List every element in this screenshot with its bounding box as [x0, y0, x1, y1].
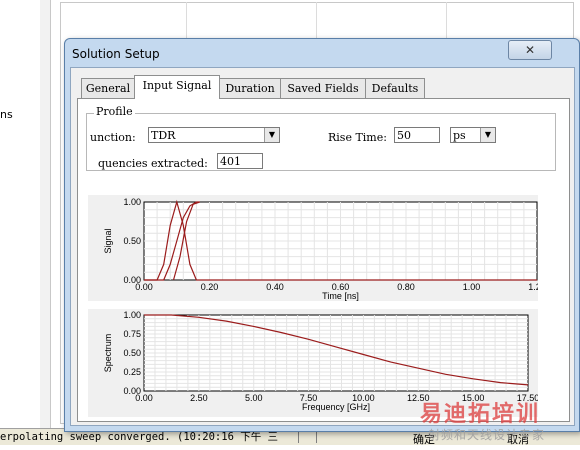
status-separator — [316, 431, 317, 443]
tab-defaults[interactable]: Defaults — [365, 78, 425, 98]
tab-duration[interactable]: Duration — [219, 78, 281, 98]
rise-time-unit: ps — [453, 129, 466, 142]
y-tick-label: 0.25 — [123, 367, 141, 377]
tab-label: Defaults — [371, 82, 419, 95]
x-tick-label: 0.80 — [397, 282, 415, 292]
y-tick-label: 0.75 — [123, 329, 141, 339]
y-axis-label: Signal — [103, 228, 113, 253]
y-tick-label: 0.50 — [123, 348, 141, 358]
dialog-titlebar[interactable]: Solution Setup ✕ — [65, 39, 579, 67]
rise-time-value: 50 — [397, 129, 411, 142]
x-tick-label: 2.50 — [190, 393, 208, 403]
signal-plot: 0.000.200.400.600.801.001.200.000.501.00… — [88, 195, 538, 301]
function-label: unction: — [90, 131, 136, 144]
input-signal-panel: Profile unction: TDR ▼ Rise Time: 50 ps … — [77, 98, 570, 422]
x-axis-label: Time [ns] — [322, 291, 359, 301]
close-icon: ✕ — [524, 43, 536, 57]
x-axis-label: Frequency [GHz] — [302, 402, 370, 412]
tab-label: Duration — [225, 82, 275, 95]
x-tick-label: 1.00 — [463, 282, 481, 292]
dialog-client-area: General Input Signal Duration Saved Fiel… — [70, 67, 575, 446]
y-tick-label: 1.00 — [123, 310, 141, 320]
x-tick-label: 0.20 — [201, 282, 219, 292]
chevron-down-icon[interactable]: ▼ — [264, 128, 279, 142]
y-tick-label: 0.00 — [123, 275, 141, 285]
watermark-slogan: 射频和天线设计专家 — [428, 428, 546, 442]
tab-label: Input Signal — [142, 79, 212, 92]
project-tree-text: ns — [0, 108, 13, 121]
x-tick-label: 1.20 — [528, 282, 538, 292]
tab-label: General — [85, 82, 131, 95]
frequencies-extracted-label: quencies extracted: — [98, 157, 208, 170]
x-tick-label: 5.00 — [245, 393, 263, 403]
profile-legend: Profile — [94, 105, 135, 118]
status-separator — [298, 431, 299, 443]
watermark-logo: 易迪拓培训 — [420, 402, 541, 427]
rise-time-label: Rise Time: — [328, 131, 387, 144]
panel-splitter[interactable] — [40, 0, 51, 428]
chevron-down-icon[interactable]: ▼ — [480, 128, 495, 142]
y-axis-label: Spectrum — [103, 334, 113, 373]
function-dropdown[interactable]: TDR ▼ — [148, 127, 280, 143]
y-tick-label: 0.00 — [123, 386, 141, 396]
tab-saved-fields[interactable]: Saved Fields — [280, 78, 366, 98]
dialog-title: Solution Setup — [72, 47, 160, 61]
y-tick-label: 1.00 — [123, 197, 141, 207]
frequencies-extracted-value: 401 — [220, 155, 241, 168]
solution-setup-dialog: Solution Setup ✕ General Input Signal Du… — [64, 38, 580, 446]
project-tree-panel[interactable] — [0, 0, 41, 428]
frequencies-extracted-input[interactable]: 401 — [217, 153, 263, 169]
tab-label: Saved Fields — [287, 82, 359, 95]
function-value: TDR — [151, 129, 176, 142]
tab-general[interactable]: General — [81, 78, 135, 98]
close-button[interactable]: ✕ — [508, 40, 552, 60]
tab-input-signal[interactable]: Input Signal — [134, 75, 220, 99]
x-tick-label: 0.40 — [266, 282, 284, 292]
rise-time-input[interactable]: 50 — [394, 127, 440, 143]
y-tick-label: 0.50 — [123, 236, 141, 246]
rise-time-unit-dropdown[interactable]: ps ▼ — [450, 127, 496, 143]
